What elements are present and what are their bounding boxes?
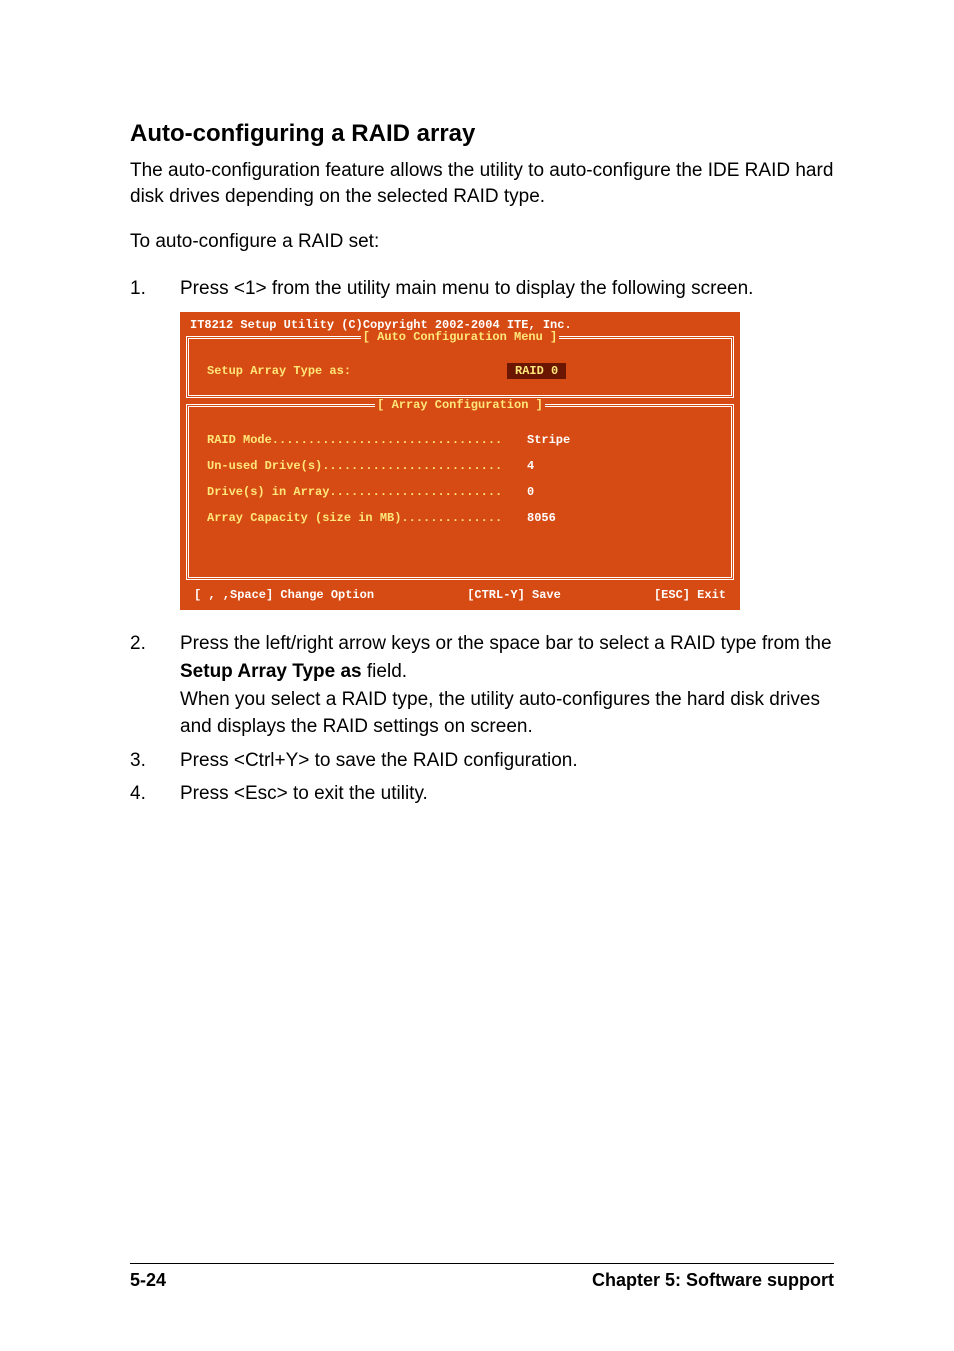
unused-drives-row: Un-used Drive(s)........................… <box>207 459 713 473</box>
raid-mode-row: RAID Mode...............................… <box>207 433 713 447</box>
lead-paragraph: To auto-configure a RAID set: <box>130 229 834 255</box>
footer-change-option: [ , ,Space] Change Option <box>194 588 374 602</box>
step-4: 4. Press <Esc> to exit the utility. <box>130 780 834 808</box>
row-value: 8056 <box>527 511 556 525</box>
panel-label: [ Auto Configuration Menu ] <box>189 330 731 344</box>
step-1: 1. Press <1> from the utility main menu … <box>130 275 834 303</box>
footer-exit: [ESC] Exit <box>654 588 726 602</box>
step-text: Press <1> from the utility main menu to … <box>180 275 834 303</box>
auto-config-menu-panel: [ Auto Configuration Menu ] Setup Array … <box>186 336 734 398</box>
step-text: Press <Ctrl+Y> to save the RAID configur… <box>180 747 834 775</box>
step-3: 3. Press <Ctrl+Y> to save the RAID confi… <box>130 747 834 775</box>
intro-paragraph: The auto-configuration feature allows th… <box>130 158 834 209</box>
footer-save: [CTRL-Y] Save <box>467 588 561 602</box>
row-label: Drive(s) in Array.......................… <box>207 485 527 499</box>
bios-footer: [ , ,Space] Change Option [CTRL-Y] Save … <box>180 586 740 610</box>
chapter-title: Chapter 5: Software support <box>592 1270 834 1291</box>
row-label: RAID Mode...............................… <box>207 433 527 447</box>
setup-array-type-value[interactable]: RAID 0 <box>507 363 566 379</box>
step-2: 2. Press the left/right arrow keys or th… <box>130 630 834 740</box>
row-value: 4 <box>527 459 534 473</box>
section-heading: Auto-configuring a RAID array <box>130 120 834 148</box>
array-capacity-row: Array Capacity (size in MB).............… <box>207 511 713 525</box>
setup-array-type-row: Setup Array Type as: RAID 0 <box>207 363 713 379</box>
row-label: Array Capacity (size in MB).............… <box>207 511 527 525</box>
row-label: Un-used Drive(s)........................… <box>207 459 527 473</box>
step-number: 3. <box>130 747 180 775</box>
page-number: 5-24 <box>130 1270 166 1291</box>
row-value: Stripe <box>527 433 570 447</box>
page-footer: 5-24 Chapter 5: Software support <box>130 1263 834 1291</box>
step-number: 1. <box>130 275 180 303</box>
setup-array-type-bold: Setup Array Type as <box>180 661 362 682</box>
setup-array-type-label: Setup Array Type as: <box>207 364 507 378</box>
panel-label: [ Array Configuration ] <box>189 398 731 412</box>
step-text: Press the left/right arrow keys or the s… <box>180 630 834 740</box>
step-number: 4. <box>130 780 180 808</box>
row-value: 0 <box>527 485 534 499</box>
bios-screenshot: IT8212 Setup Utility (C)Copyright 2002-2… <box>180 312 740 610</box>
array-configuration-panel: [ Array Configuration ] RAID Mode.......… <box>186 404 734 580</box>
step-text: Press <Esc> to exit the utility. <box>180 780 834 808</box>
drives-in-array-row: Drive(s) in Array.......................… <box>207 485 713 499</box>
step-number: 2. <box>130 630 180 740</box>
